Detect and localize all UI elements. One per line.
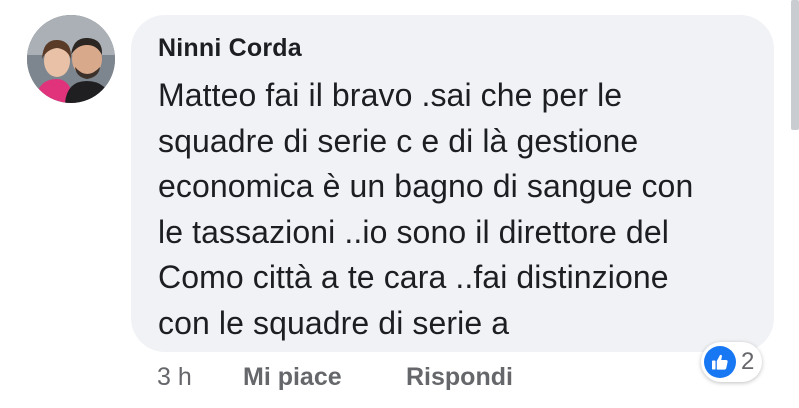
reply-button[interactable]: Rispondi: [406, 361, 513, 393]
comment-text-line: economica è un bagno di sangue con: [158, 168, 694, 205]
scrollbar[interactable]: [791, 0, 799, 130]
comment-container: Ninni Corda Matteo fai il bravo .sai che…: [0, 0, 799, 408]
thumbs-up-icon: [704, 346, 736, 378]
reaction-summary[interactable]: 2: [701, 342, 763, 382]
comment-text: Matteo fai il bravo .sai che per le squa…: [158, 73, 754, 347]
comment-text-line: le tassazioni ..io sono il direttore del: [158, 213, 669, 250]
comment-text-line: Como città a te cara ..fai distinzione: [158, 259, 669, 296]
like-button[interactable]: Mi piace: [243, 361, 342, 393]
comment-author[interactable]: Ninni Corda: [158, 33, 754, 63]
reaction-count: 2: [741, 348, 755, 375]
avatar-photo: [27, 15, 115, 103]
comment-text-line: squadre di serie c e di là gestione: [158, 122, 639, 159]
comment-bubble: Ninni Corda Matteo fai il bravo .sai che…: [131, 15, 774, 352]
comment-text-line: con le squadre di serie a: [158, 304, 510, 341]
avatar[interactable]: [27, 15, 115, 103]
comment-text-line: Matteo fai il bravo .sai che per le: [158, 77, 623, 113]
comment-timestamp[interactable]: 3 h: [157, 361, 192, 393]
